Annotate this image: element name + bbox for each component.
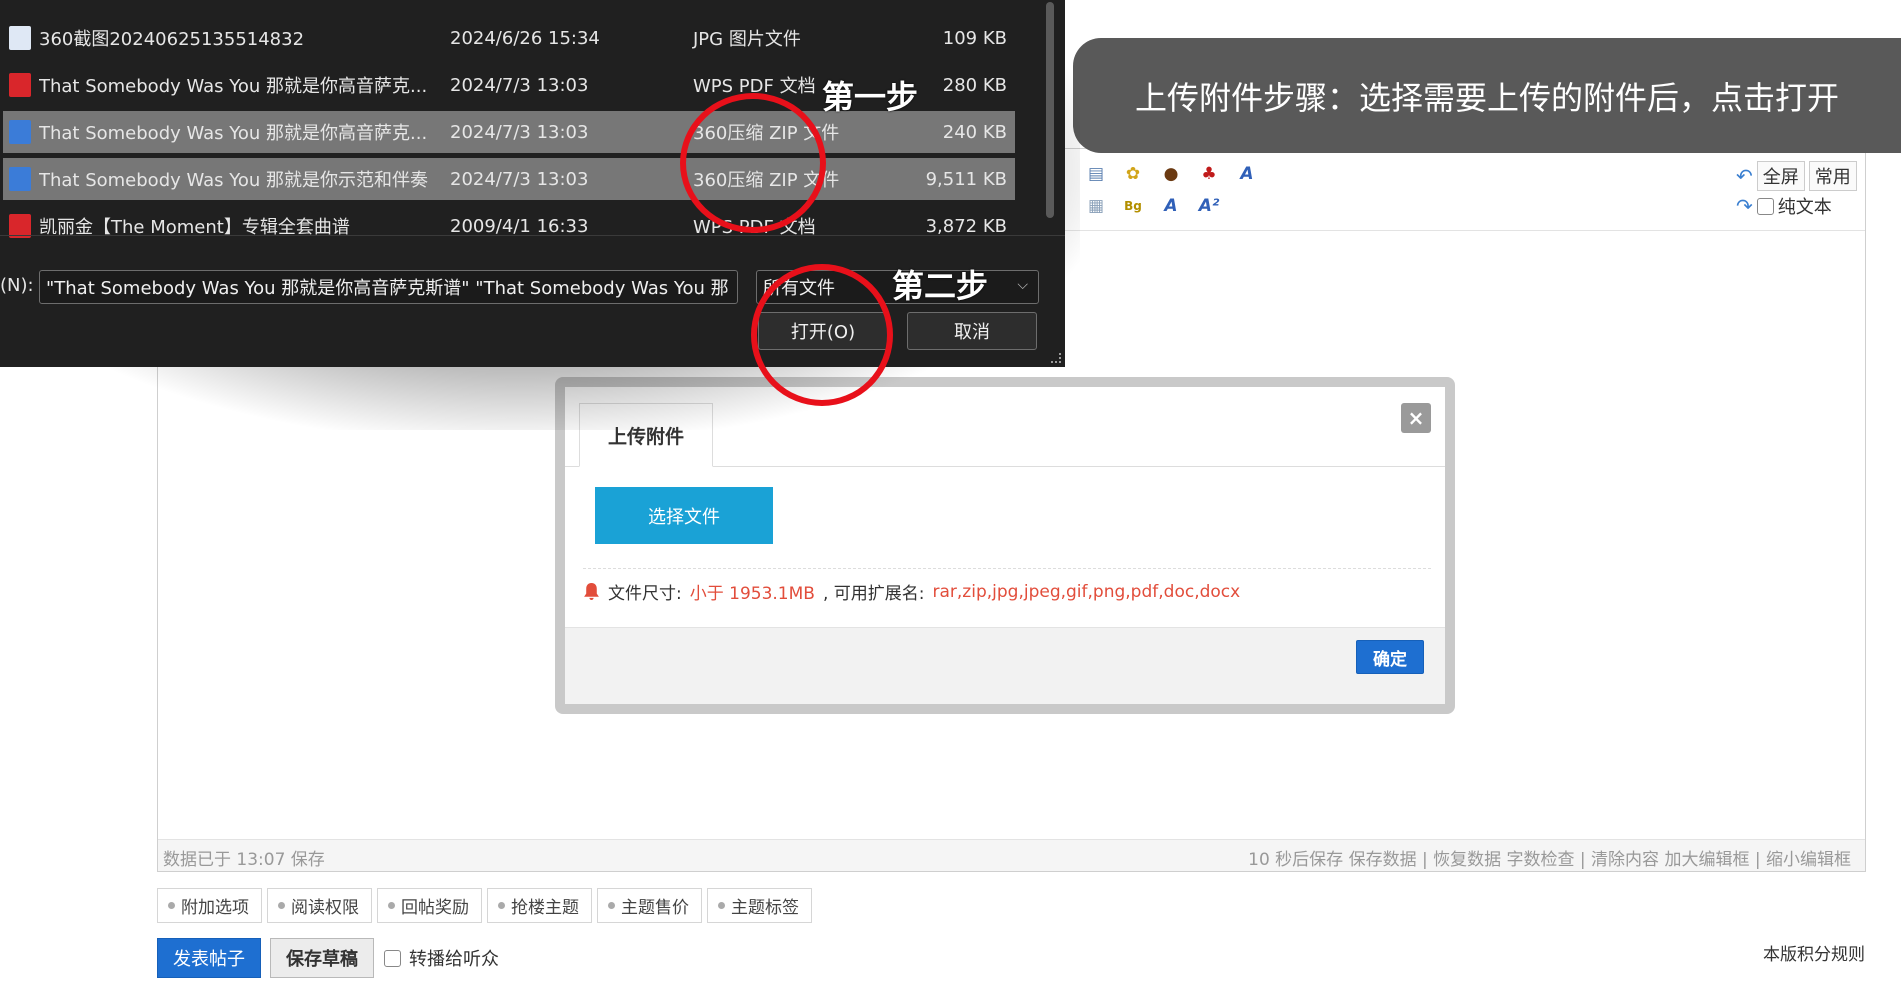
file-row[interactable]: image-file-icon 360截图20240625135514832 202… (3, 17, 1015, 59)
publish-button[interactable]: 发表帖子 (157, 938, 261, 978)
zip-file-icon: zip-file-icon (9, 120, 31, 144)
tab-floor-grab[interactable]: 抢楼主题 (487, 888, 592, 923)
file-size: 9,511 KB (925, 168, 1007, 190)
font-size-icon[interactable]: A (1234, 161, 1260, 187)
points-rules-link[interactable]: 本版积分规则 (1763, 940, 1865, 965)
tab-thread-price[interactable]: 主题售价 (597, 888, 702, 923)
file-name: That Somebody Was You 那就是你示范和伴奏 (39, 170, 429, 191)
file-row[interactable]: zip-file-icon That Somebody Was You 那就是你示… (3, 158, 1015, 200)
size-label: 文件尺寸: (608, 584, 682, 604)
upload-modal-body: 上传附件 × 选择文件 文件尺寸: 小于 1953.1MB , 可用扩展名: r… (565, 387, 1445, 704)
insert-grid-icon[interactable]: ▦ (1083, 193, 1109, 219)
close-icon[interactable]: × (1401, 403, 1431, 433)
insert-qq-icon[interactable]: ♣ (1196, 161, 1222, 187)
file-type: JPG 图片文件 (693, 29, 801, 50)
toolbar-right-top: ↶ 全屏 常用 (1736, 161, 1857, 191)
bullet-icon (608, 902, 615, 909)
tab-read-permission[interactable]: 阅读权限 (267, 888, 372, 923)
broadcast-option[interactable]: 转播给听众 (384, 945, 499, 971)
filename-input[interactable]: "That Somebody Was You 那就是你高音萨克斯谱" "That… (39, 270, 738, 304)
image-file-icon: image-file-icon (9, 26, 31, 50)
font-style-icon[interactable]: A (1158, 193, 1184, 219)
file-date: 2024/7/3 13:03 (450, 74, 589, 96)
save-draft-button[interactable]: 保存草稿 (270, 938, 374, 978)
editor-status-bar: 数据已于 13:07 保存 10 秒后保存 保存数据 | 恢复数据 字数检查 |… (158, 839, 1865, 871)
chevron-down-icon[interactable]: ⌵ (716, 277, 727, 293)
file-size: 280 KB (942, 74, 1007, 96)
background-color-icon[interactable]: Bg (1120, 193, 1146, 219)
autosave-status: 数据已于 13:07 保存 (163, 850, 325, 870)
bullet-icon (278, 902, 285, 909)
plaintext-label: 纯文本 (1777, 197, 1832, 218)
file-open-dialog: image-file-icon 360截图20240625135514832 202… (0, 0, 1065, 367)
fullscreen-button[interactable]: 全屏 (1756, 161, 1805, 191)
redo-icon[interactable]: ↷ (1736, 194, 1753, 218)
chevron-down-icon[interactable]: ⌵ (1017, 277, 1028, 293)
broadcast-label: 转播给听众 (409, 949, 499, 970)
dialog-divider (0, 235, 1065, 236)
file-date: 2024/7/3 13:03 (450, 168, 589, 190)
step2-highlight-circle (751, 264, 893, 406)
file-limit-hint: 文件尺寸: 小于 1953.1MB , 可用扩展名: rar,zip,jpg,j… (583, 579, 1240, 604)
step1-highlight-circle (680, 93, 826, 233)
modal-footer: 确定 (565, 627, 1445, 704)
filename-value: "That Somebody Was You 那就是你高音萨克斯谱" "That… (46, 278, 729, 299)
cancel-button[interactable]: 取消 (907, 312, 1037, 350)
file-row[interactable]: pdf-file-icon凯丽金【The Moment】专辑全套曲谱2009/4… (3, 205, 1015, 247)
file-name: 360截图20240625135514832 (39, 29, 305, 50)
modal-divider (583, 568, 1431, 569)
filename-label: (N): (0, 275, 34, 296)
tab-reply-reward[interactable]: 回帖奖励 (377, 888, 482, 923)
toolbar-right-bottom: ↷ 纯文本 (1736, 193, 1832, 219)
bullet-icon (168, 902, 175, 909)
size-value: 小于 1953.1MB (689, 584, 815, 604)
editor-actions[interactable]: 10 秒后保存 保存数据 | 恢复数据 字数检查 | 清除内容 加大编辑框 | … (1248, 845, 1851, 870)
instruction-banner: 上传附件步骤：选择需要上传的附件后，点击打开 (1073, 38, 1901, 153)
file-size: 240 KB (942, 121, 1007, 143)
step1-label: 第一步 (822, 78, 919, 116)
post-option-tabs: 附加选项 阅读权限 回帖奖励 抢楼主题 主题售价 主题标签 (157, 888, 812, 923)
insert-table-icon[interactable]: ▤ (1083, 161, 1109, 187)
file-size: 109 KB (942, 27, 1007, 49)
plaintext-checkbox[interactable] (1756, 197, 1774, 215)
step2-label: 第二步 (892, 267, 989, 305)
common-button[interactable]: 常用 (1808, 161, 1857, 191)
insert-award-icon[interactable]: ✿ (1120, 161, 1146, 187)
tab-extra-options[interactable]: 附加选项 (157, 888, 262, 923)
resize-grip-icon[interactable] (1051, 353, 1061, 363)
file-name: That Somebody Was You 那就是你高音萨克... (39, 76, 428, 97)
zip-file-icon: zip-file-icon (9, 167, 31, 191)
superscript-icon[interactable]: A² (1196, 193, 1222, 219)
file-size: 3,872 KB (925, 215, 1007, 237)
bullet-icon (718, 902, 725, 909)
ext-value: rar,zip,jpg,jpeg,gif,png,pdf,doc,docx (932, 581, 1241, 602)
file-list-scrollbar[interactable] (1046, 2, 1054, 218)
bullet-icon (498, 902, 505, 909)
pdf-file-icon: pdf-file-icon (9, 73, 31, 97)
broadcast-checkbox[interactable] (384, 949, 401, 967)
file-name: That Somebody Was You 那就是你高音萨克... (39, 123, 428, 144)
select-file-button[interactable]: 选择文件 (595, 487, 773, 544)
undo-icon[interactable]: ↶ (1736, 164, 1753, 188)
file-date: 2024/7/3 13:03 (450, 121, 589, 143)
confirm-button[interactable]: 确定 (1356, 640, 1424, 674)
tab-thread-tags[interactable]: 主题标签 (707, 888, 812, 923)
file-date: 2009/4/1 16:33 (450, 215, 589, 237)
bell-icon (584, 583, 599, 600)
insert-media-icon[interactable]: ● (1158, 161, 1184, 187)
bullet-icon (388, 902, 395, 909)
ext-label: , 可用扩展名: (822, 584, 925, 604)
file-date: 2024/6/26 15:34 (450, 27, 600, 49)
